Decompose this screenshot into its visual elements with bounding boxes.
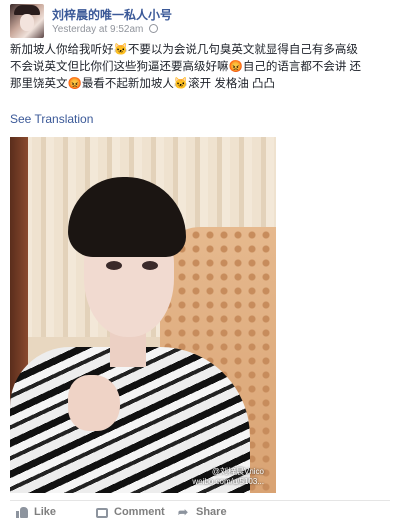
photo-hand <box>68 375 120 431</box>
comment-icon <box>96 508 108 518</box>
share-label: Share <box>196 506 227 518</box>
post-text-line: 新加坡人你给我听好🐱不要以为会说几句臭英文就显得自己有多高级 <box>10 44 358 56</box>
actions-divider <box>10 500 390 501</box>
post-timestamp[interactable]: Yesterday at 9:52am <box>52 24 143 35</box>
thumbs-up-icon <box>16 506 28 518</box>
author-avatar[interactable] <box>10 4 44 38</box>
comment-button[interactable]: Comment <box>96 506 165 518</box>
comment-label: Comment <box>114 506 165 518</box>
photo-eye <box>142 261 158 270</box>
post-photo[interactable]: @刘梓晨Vnico weibo.com/u/5103... <box>10 137 276 493</box>
like-button[interactable]: Like <box>16 506 56 518</box>
share-button[interactable]: ➦ Share <box>178 506 227 518</box>
post-text: 新加坡人你给我听好🐱不要以为会说几句臭英文就显得自己有多高级 不会说英文但比你们… <box>10 42 390 93</box>
like-label: Like <box>34 506 57 518</box>
author-name[interactable]: 刘梓晨的唯一私人小号 <box>52 6 172 23</box>
globe-icon[interactable] <box>149 24 159 33</box>
photo-watermark: @刘梓晨Vnico weibo.com/u/5103... <box>192 467 264 487</box>
post-text-line: 那里饶英文😡最看不起新加坡人🐱滚开 发格油 凸凸 <box>10 78 276 90</box>
see-translation-link[interactable]: See Translation <box>10 112 93 126</box>
watermark-handle: @刘梓晨Vnico <box>211 467 264 476</box>
post-header: 刘梓晨的唯一私人小号 Yesterday at 9:52am <box>10 4 390 40</box>
post-text-line: 不会说英文但比你们这些狗逼还要高级好嘛😡自己的语言都不会讲 还 <box>10 61 362 73</box>
post-actions: Like Comment ➦ Share <box>10 506 390 524</box>
watermark-url: weibo.com/u/5103... <box>192 477 264 486</box>
post-meta: Yesterday at 9:52am <box>52 24 159 35</box>
photo-eye <box>106 261 122 270</box>
share-arrow-icon: ➦ <box>178 505 189 519</box>
